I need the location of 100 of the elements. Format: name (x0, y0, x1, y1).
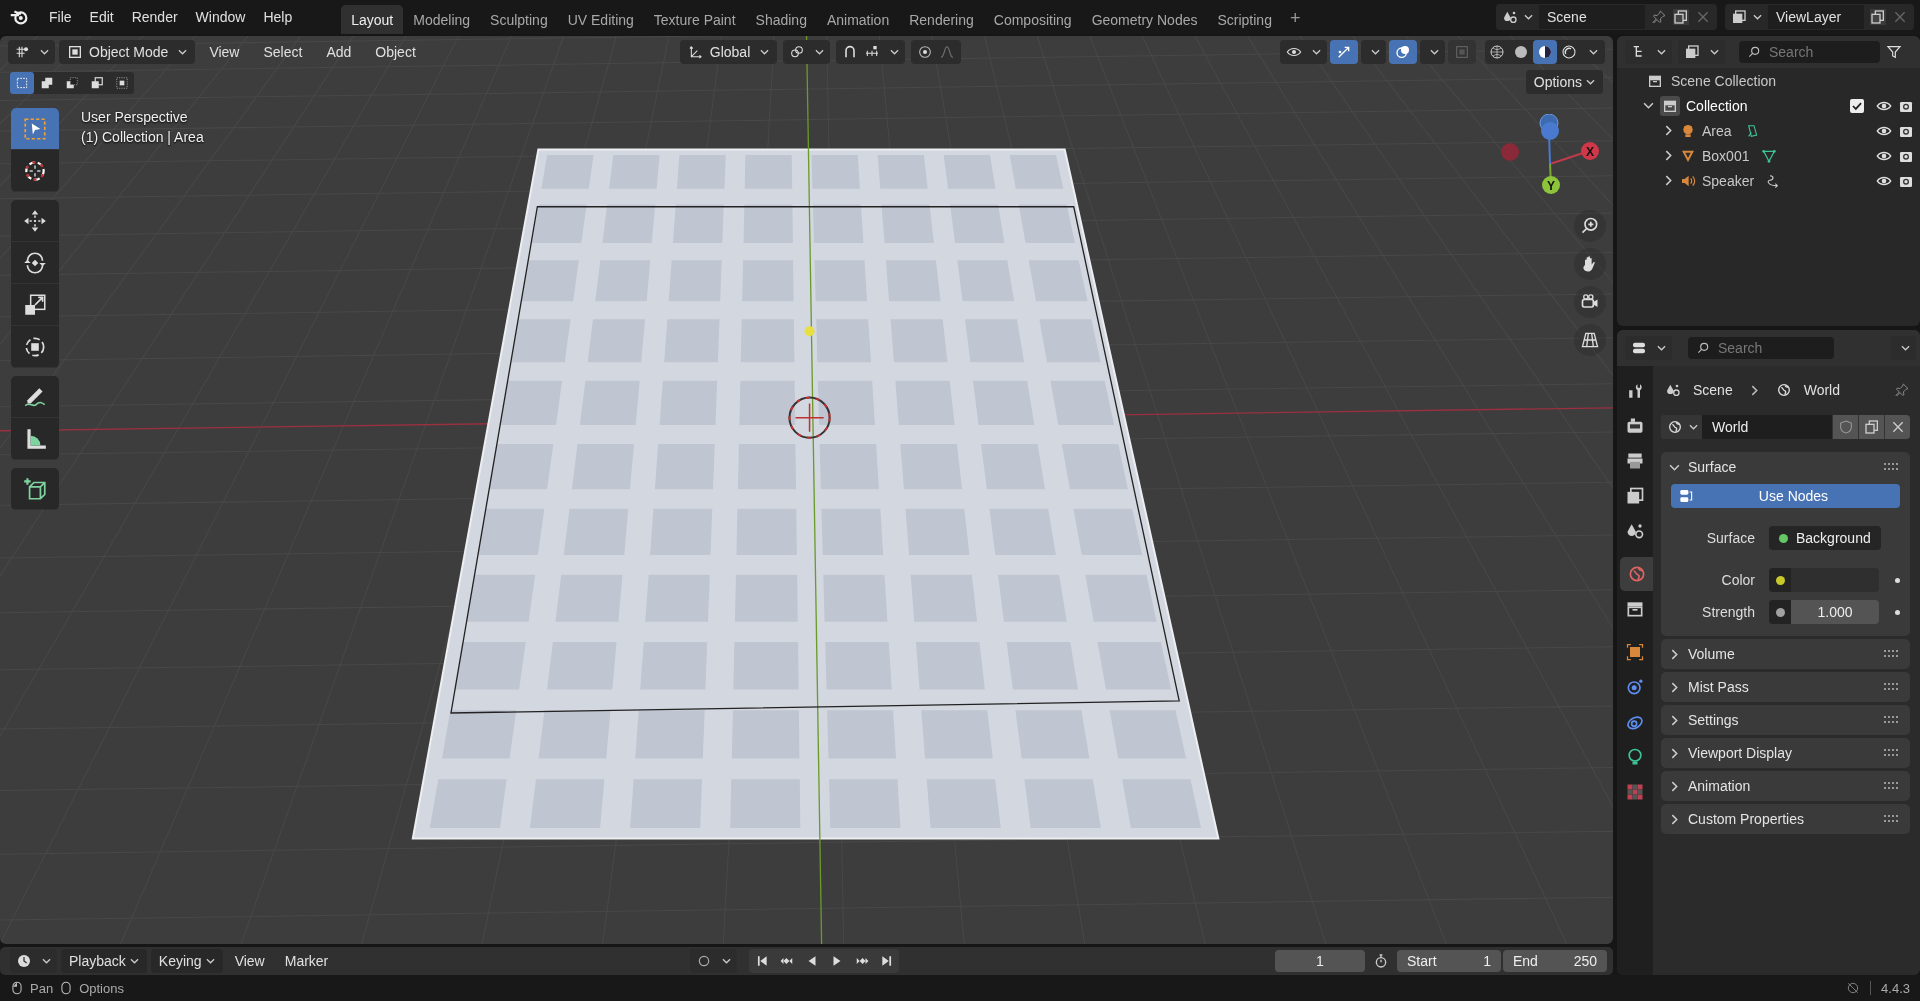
duplicate-icon[interactable] (1870, 9, 1886, 25)
scene-selector[interactable]: Scene (1496, 4, 1717, 30)
editor-type-button[interactable] (1625, 336, 1672, 360)
menu-item[interactable]: Help (254, 9, 302, 25)
chevron-right-icon[interactable] (1669, 648, 1680, 660)
mode-dropdown[interactable]: Object Mode (59, 40, 196, 64)
strength-field[interactable]: 1.000 (1791, 600, 1879, 624)
visibility-button[interactable] (1280, 40, 1327, 64)
use-nodes-button[interactable]: Use Nodes (1671, 484, 1900, 508)
timeline-menu[interactable]: Playback (61, 949, 147, 973)
viewport-menu[interactable]: View (199, 44, 250, 60)
chevron-right-icon[interactable] (1663, 150, 1674, 161)
view-layer-selector[interactable]: ViewLayer (1725, 4, 1914, 30)
workspace-tab[interactable]: Modeling (403, 5, 481, 34)
workspace-tab[interactable]: UV Editing (557, 5, 644, 34)
axis-handle[interactable] (1542, 176, 1560, 194)
editor-type-button[interactable] (8, 40, 55, 64)
breadcrumb-item[interactable]: World (1803, 382, 1840, 398)
timeline-menu[interactable]: Marker (276, 949, 337, 973)
panel-title[interactable]: Viewport Display (1688, 745, 1792, 761)
drag-handle-icon[interactable] (1884, 749, 1900, 757)
world-name-field[interactable]: World (1702, 415, 1832, 439)
breadcrumb-item[interactable]: Scene (1693, 382, 1733, 398)
display-mode-button[interactable] (1678, 40, 1725, 64)
chevron-right-icon[interactable] (1669, 780, 1680, 792)
gizmo-dropdown[interactable] (1361, 40, 1386, 64)
filter-icon[interactable] (1886, 44, 1902, 60)
start-frame-field[interactable]: Start 1 (1397, 950, 1501, 972)
viewport-panel[interactable]: Object Mode View Select Add Object Global Options User Perspective (1) Collection | Area X Y (0, 36, 1613, 944)
plane-drawing[interactable] (411, 148, 1220, 840)
tree-item[interactable]: Box001 (1702, 147, 1750, 164)
camera-view-button[interactable] (1574, 286, 1606, 318)
perspective-grid-button[interactable] (1574, 324, 1606, 356)
viewport-menu[interactable]: Add (316, 44, 362, 60)
search-input[interactable]: Search (1716, 339, 1810, 357)
viewport-menu[interactable]: Select (253, 44, 313, 60)
drag-handle-icon[interactable] (1884, 716, 1900, 724)
close-button[interactable] (1884, 415, 1910, 439)
menu-item[interactable]: Render (122, 9, 187, 25)
chevron-right-icon[interactable] (1663, 125, 1674, 136)
timeline-menu[interactable]: Keying (150, 949, 223, 973)
pan-button[interactable] (1574, 248, 1606, 280)
panel-title[interactable]: Animation (1688, 778, 1751, 794)
auto-key-button[interactable] (690, 949, 738, 973)
light-marker[interactable] (804, 326, 815, 337)
overlay-dropdown[interactable] (1420, 40, 1445, 64)
panel-title[interactable]: Settings (1688, 712, 1739, 728)
workspace-tab[interactable]: Scripting (1207, 5, 1282, 34)
pin-icon[interactable] (1894, 382, 1910, 398)
pin-icon[interactable] (1651, 9, 1667, 25)
drag-handle-icon[interactable] (1884, 782, 1900, 790)
proportional-edit-button[interactable] (911, 40, 962, 64)
axis-handle[interactable] (1541, 122, 1559, 140)
checkbox[interactable] (1850, 98, 1864, 113)
pivot-button[interactable] (783, 40, 831, 64)
view-layer-name[interactable]: ViewLayer (1768, 5, 1864, 29)
menu-item[interactable]: File (40, 9, 81, 25)
scene-name[interactable]: Scene (1539, 5, 1645, 29)
drag-handle-icon[interactable] (1884, 463, 1900, 471)
drag-handle-icon[interactable] (1884, 815, 1900, 823)
drag-handle-icon[interactable] (1884, 650, 1900, 658)
add-workspace-button[interactable]: + (1281, 2, 1309, 34)
drag-handle-icon[interactable] (1884, 683, 1900, 691)
editor-type-button[interactable] (10, 949, 57, 973)
end-frame-field[interactable]: End 250 (1503, 950, 1607, 972)
mesh-data-icon[interactable] (1761, 147, 1778, 164)
socket-button[interactable] (1769, 568, 1791, 592)
origin-marker[interactable] (788, 396, 831, 439)
workspace-tab[interactable]: Rendering (899, 5, 984, 34)
keyframe-dot[interactable] (1895, 577, 1900, 583)
chevron-right-icon[interactable] (1669, 747, 1680, 759)
chevron-right-icon[interactable] (1669, 681, 1680, 693)
fake-user-button[interactable] (1832, 415, 1858, 439)
tree-item[interactable]: Collection (1686, 97, 1748, 114)
stopwatch-icon[interactable] (1373, 953, 1389, 969)
options-dropdown[interactable] (1891, 336, 1916, 360)
workspace-tab[interactable]: Shading (745, 5, 817, 34)
workspace-tab[interactable]: Animation (816, 5, 900, 34)
panel-title[interactable]: Mist Pass (1688, 679, 1749, 695)
gizmo-toggle[interactable] (1330, 40, 1358, 64)
search-field[interactable]: Search (1739, 41, 1880, 63)
workspace-tab[interactable]: Compositing (983, 5, 1082, 34)
search-field[interactable]: Search (1688, 337, 1834, 359)
duplicate-button[interactable] (1858, 415, 1884, 439)
options-dropdown[interactable]: Options (1525, 70, 1603, 94)
tree-item[interactable]: Speaker (1702, 172, 1755, 189)
panel-title[interactable]: Volume (1688, 646, 1735, 662)
duplicate-icon[interactable] (1673, 9, 1689, 25)
close-icon[interactable] (1695, 9, 1711, 25)
shader-selector[interactable]: Background (1769, 526, 1881, 550)
workspace-tab[interactable]: Sculpting (480, 5, 558, 34)
keyframe-dot[interactable] (1895, 609, 1900, 615)
world-browse-button[interactable] (1661, 415, 1702, 439)
workspace-tab[interactable]: Texture Paint (643, 5, 746, 34)
socket-button[interactable] (1769, 600, 1791, 624)
workspace-tab[interactable]: Layout (341, 5, 404, 34)
workspace-tab[interactable]: Geometry Nodes (1081, 5, 1208, 34)
shading-button[interactable] (1533, 40, 1557, 64)
close-icon[interactable] (1892, 9, 1908, 25)
axis-handle[interactable] (1501, 143, 1519, 161)
